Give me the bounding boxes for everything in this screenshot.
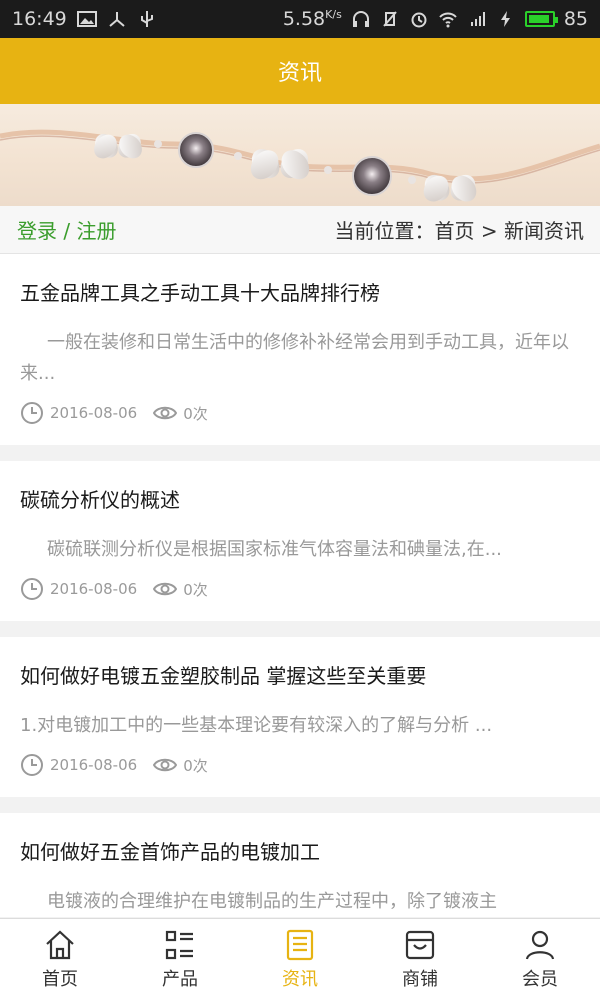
article-date: 2016-08-06: [50, 580, 138, 598]
article-title[interactable]: 如何做好五金首饰产品的电镀加工: [20, 813, 580, 866]
tab-news[interactable]: 资讯: [240, 919, 360, 1000]
article-views: 0次: [183, 404, 208, 423]
article-date: 2016-08-06: [50, 756, 138, 774]
alarm-icon: [411, 12, 427, 28]
article-list: 五金品牌工具之手动工具十大品牌排行榜 一般在装修和日常生活中的修修补补经常会用到…: [0, 254, 600, 917]
article-item[interactable]: 碳硫分析仪的概述 碳硫联测分析仪是根据国家标准气体容量法和碘量法,在... 20…: [0, 461, 600, 621]
article-summary: 1.对电镀加工中的一些基本理论要有较深入的了解与分析 ...: [20, 715, 493, 736]
signal-icon: [470, 12, 485, 26]
eye-icon: [153, 582, 178, 596]
eye-icon: [153, 758, 178, 772]
network-speed: 5.58K/s: [282, 8, 342, 30]
tab-label: 商铺: [402, 969, 438, 990]
tab-label: 首页: [42, 969, 78, 990]
article-views: 0次: [183, 756, 208, 775]
breadcrumb: 当前位置：首页 > 新闻资讯: [334, 219, 584, 243]
tab-member[interactable]: 会员: [480, 919, 600, 1000]
news-icon: [286, 929, 314, 961]
usb-icon: [140, 11, 153, 27]
tab-products[interactable]: 产品: [120, 919, 240, 1000]
image-icon: [76, 11, 97, 27]
eye-icon: [153, 406, 178, 420]
article-item[interactable]: 如何做好五金首饰产品的电镀加工 电镀液的合理维护在电镀制品的生产过程中，除了镀液…: [0, 813, 600, 917]
article-title[interactable]: 碳硫分析仪的概述: [20, 461, 580, 514]
vibrate-off-icon: [383, 11, 397, 27]
article-meta: 2016-08-06 0次: [20, 401, 580, 445]
article-title[interactable]: 如何做好电镀五金塑胶制品 掌握这些至关重要: [20, 637, 580, 690]
article-meta: 2016-08-06 0次: [20, 753, 580, 797]
tab-home[interactable]: 首页: [0, 919, 120, 1000]
title-bar: 资讯: [0, 38, 600, 104]
bottom-tab-bar: 首页 产品 资讯 商铺 会员: [0, 918, 600, 1000]
battery-level: 85: [563, 8, 588, 30]
status-time: 16:49: [12, 8, 67, 30]
article-summary: 一般在装修和日常生活中的修修补补经常会用到手动工具，近年以来...: [20, 332, 569, 384]
tab-label: 产品: [162, 969, 198, 990]
breadcrumb-bar: 登录 / 注册 当前位置：首页 > 新闻资讯: [0, 206, 600, 254]
clock-icon: [21, 578, 43, 600]
tab-label: 会员: [522, 969, 558, 990]
page-title: 资讯: [277, 61, 322, 86]
article-date: 2016-08-06: [50, 404, 138, 422]
home-icon: [46, 930, 74, 960]
tab-stores[interactable]: 商铺: [360, 919, 480, 1000]
article-title[interactable]: 五金品牌工具之手动工具十大品牌排行榜: [20, 254, 580, 307]
article-item[interactable]: 如何做好电镀五金塑胶制品 掌握这些至关重要 1.对电镀加工中的一些基本理论要有较…: [0, 637, 600, 797]
user-icon: [525, 930, 555, 960]
article-summary: 碳硫联测分析仪是根据国家标准气体容量法和碘量法,在...: [47, 539, 502, 560]
clock-icon: [21, 754, 43, 776]
battery-icon: [524, 11, 558, 27]
status-bar: 16:49 5.58K/s 85: [0, 0, 600, 38]
clock-icon: [21, 402, 43, 424]
article-summary: 电镀液的合理维护在电镀制品的生产过程中，除了镀液主: [47, 891, 497, 912]
tab-label: 资讯: [282, 969, 318, 990]
list-icon: [165, 930, 193, 960]
banner-image[interactable]: [0, 104, 600, 206]
charging-icon: [500, 11, 510, 27]
store-icon: [405, 930, 435, 960]
wifi-icon: [439, 12, 457, 28]
share-icon: [109, 12, 125, 27]
bracelet-image: [0, 129, 600, 202]
article-item[interactable]: 五金品牌工具之手动工具十大品牌排行榜 一般在装修和日常生活中的修修补补经常会用到…: [0, 254, 600, 445]
article-meta: 2016-08-06 0次: [20, 577, 580, 621]
article-views: 0次: [183, 580, 208, 599]
login-register-link[interactable]: 登录 / 注册: [17, 215, 116, 244]
headset-icon: [352, 11, 369, 27]
